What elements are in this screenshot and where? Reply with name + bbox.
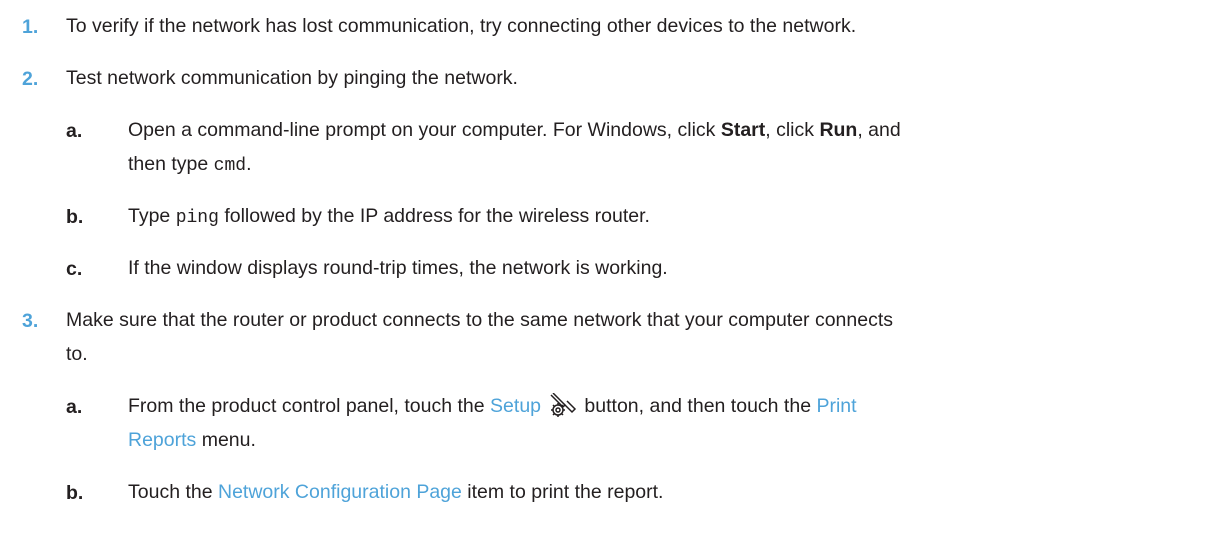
substep-text: If the window displays round-trip times,…	[128, 257, 668, 279]
run-term: Run	[819, 119, 858, 141]
substep-text: Type ping followed by the IP address for…	[128, 205, 650, 228]
substep-letter: a.	[66, 120, 83, 142]
step-text: Test network communication by pinging th…	[66, 67, 518, 89]
substep-text-line1: From the product control panel, touch th…	[128, 390, 857, 427]
step-text: To verify if the network has lost commun…	[66, 15, 857, 37]
network-config-page-term: Network Configuration Page	[217, 481, 462, 503]
setup-menu-term: Setup	[490, 395, 542, 417]
setup-wrench-gear-icon	[547, 392, 577, 427]
print-reports-term-part1: Print	[816, 395, 857, 417]
document-page: 1. To verify if the network has lost com…	[0, 0, 1215, 560]
substep-text-line2: Reports menu.	[128, 429, 256, 451]
substep-letter: c.	[66, 258, 83, 280]
substep-text: Touch the Network Configuration Page ite…	[128, 481, 664, 503]
substep-letter: b.	[66, 482, 84, 504]
print-reports-term-part2: Reports	[128, 429, 197, 451]
step-number: 1.	[22, 16, 39, 38]
substep-text-line1: Open a command-line prompt on your compu…	[128, 119, 901, 141]
code-ping: ping	[175, 208, 219, 228]
code-cmd: cmd	[213, 156, 247, 176]
step-number: 2.	[22, 68, 39, 90]
substep-letter: b.	[66, 206, 84, 228]
substep-text-line2: then type cmd.	[128, 153, 252, 176]
substep-letter: a.	[66, 396, 83, 418]
step-number: 3.	[22, 310, 39, 332]
step-text-line1: Make sure that the router or product con…	[66, 309, 894, 331]
start-term: Start	[720, 119, 766, 141]
step-text-line2: to.	[66, 343, 88, 365]
